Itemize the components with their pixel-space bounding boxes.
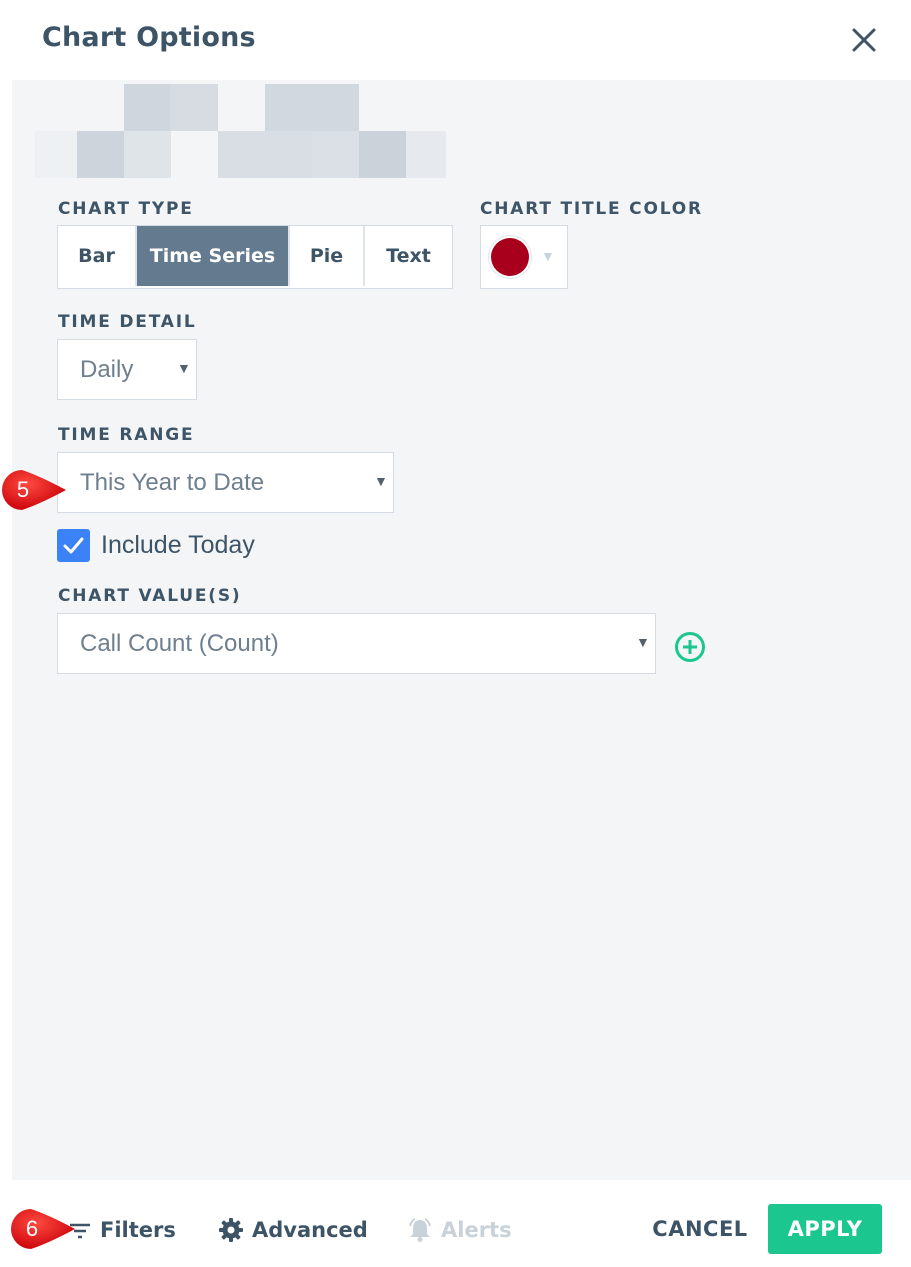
- plus-circle-icon: [675, 632, 705, 662]
- callout-marker-6: 6: [9, 1207, 75, 1251]
- chart-type-label: CHART TYPE: [58, 199, 194, 219]
- apply-button[interactable]: APPLY: [768, 1204, 882, 1254]
- close-button[interactable]: [848, 24, 880, 56]
- bell-icon: [409, 1218, 431, 1242]
- time-range-value: This Year to Date: [80, 469, 265, 496]
- color-swatch: [491, 238, 529, 276]
- time-detail-label: TIME DETAIL: [58, 312, 197, 332]
- checkmark-icon: [63, 537, 84, 554]
- alerts-label: Alerts: [441, 1218, 512, 1242]
- chart-title-color-picker[interactable]: ▼: [480, 225, 568, 289]
- callout-number: 6: [25, 1216, 39, 1241]
- callout-number: 5: [16, 477, 30, 502]
- cancel-button[interactable]: CANCEL: [645, 1205, 755, 1253]
- chart-type-pie-button[interactable]: Pie: [290, 226, 365, 286]
- chart-type-segmented-control: Bar Time Series Pie Text: [57, 225, 453, 289]
- alerts-button: Alerts: [407, 1214, 512, 1246]
- include-today-checkbox[interactable]: [57, 529, 90, 562]
- dialog-title: Chart Options: [42, 22, 256, 53]
- chart-values-select[interactable]: Call Count (Count) ▼: [57, 613, 656, 674]
- gear-icon: [219, 1218, 243, 1242]
- filters-label: Filters: [100, 1218, 176, 1242]
- chart-values-label: CHART VALUE(S): [58, 586, 242, 606]
- chart-values-value: Call Count (Count): [80, 630, 279, 657]
- chevron-down-icon: ▼: [636, 634, 650, 650]
- time-detail-value: Daily: [80, 356, 134, 383]
- advanced-label: Advanced: [252, 1218, 368, 1242]
- dialog-header: Chart Options: [0, 0, 911, 80]
- advanced-button[interactable]: Advanced: [218, 1214, 368, 1246]
- filters-button[interactable]: Filters: [68, 1214, 176, 1246]
- chevron-down-icon: ▼: [541, 248, 555, 264]
- chevron-down-icon: ▼: [177, 360, 191, 376]
- close-icon: [852, 28, 876, 52]
- chart-title-color-label: CHART TITLE COLOR: [480, 199, 703, 219]
- chevron-down-icon: ▼: [374, 473, 388, 489]
- callout-marker-5: 5: [0, 468, 66, 512]
- chart-type-time-series-button[interactable]: Time Series: [137, 226, 290, 286]
- chart-type-bar-button[interactable]: Bar: [58, 226, 137, 286]
- add-chart-value-button[interactable]: [674, 631, 706, 663]
- time-detail-select[interactable]: Daily ▼: [57, 339, 197, 400]
- chart-type-text-button[interactable]: Text: [365, 226, 452, 286]
- time-range-select[interactable]: This Year to Date ▼: [57, 452, 394, 513]
- include-today-label: Include Today: [101, 531, 255, 559]
- time-range-label: TIME RANGE: [58, 425, 195, 445]
